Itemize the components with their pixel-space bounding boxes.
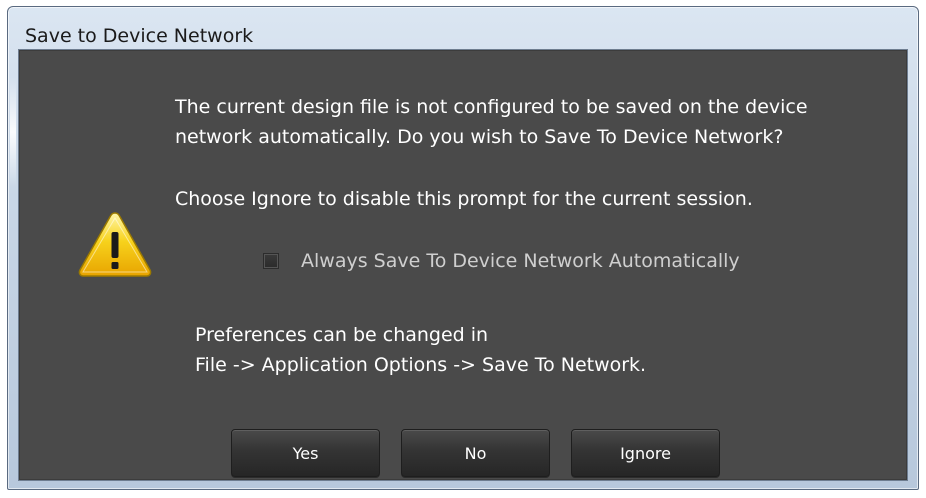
ignore-button[interactable]: Ignore [571,429,720,477]
message-line-2: network automatically. Do you wish to Sa… [175,126,784,148]
no-button[interactable]: No [401,429,550,477]
window-title: Save to Device Network [25,25,254,47]
always-save-checkbox[interactable] [263,253,279,269]
message-line-1: The current design file is not configure… [175,96,808,118]
message-line-3: Choose Ignore to disable this prompt for… [175,188,753,210]
preferences-line-1: Preferences can be changed in [195,324,489,346]
always-save-checkbox-label[interactable]: Always Save To Device Network Automatica… [301,250,740,272]
dialog-body: The current design file is not configure… [18,49,908,481]
warning-icon [78,212,152,277]
preferences-line-2: File -> Application Options -> Save To N… [195,354,647,376]
always-save-checkbox-row[interactable]: Always Save To Device Network Automatica… [263,246,740,276]
frame-accent [10,77,16,187]
dialog-window: Save to Device Network The current desig… [7,6,919,490]
yes-button[interactable]: Yes [231,429,380,477]
